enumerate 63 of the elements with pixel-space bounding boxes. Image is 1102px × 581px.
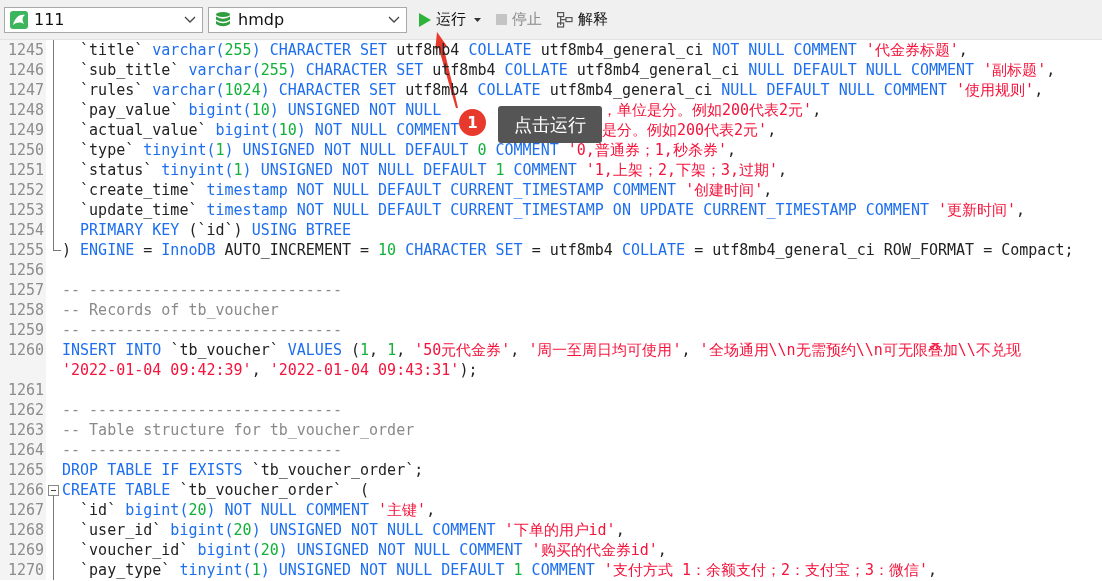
line-number: 1252	[0, 180, 46, 200]
line-number: 1245	[0, 40, 46, 60]
line-number: 1253	[0, 200, 46, 220]
code-line: `type` tinyint(1) UNSIGNED NOT NULL DEFAULT 0 COMMENT '0,普通券；1,秒杀券',	[79, 140, 736, 160]
play-icon	[418, 12, 431, 27]
line-number: 1267	[0, 500, 46, 520]
code-line: `voucher_id` bigint(20) UNSIGNED NOT NULL COMMENT '购买的代金券id',	[79, 540, 667, 560]
database-select[interactable]: hmdp	[208, 6, 407, 33]
line-number: 1257	[0, 280, 46, 300]
code-line: -- Table structure for tb_voucher_order	[62, 420, 415, 440]
code-line: `status` tinyint(1) UNSIGNED NOT NULL DEFAULT 1 COMMENT '1,上架；2,下架；3,过期',	[79, 160, 788, 180]
connection-icon	[10, 10, 28, 29]
line-number: 1260	[0, 340, 46, 360]
connection-select[interactable]: 111	[4, 6, 203, 33]
line-number: 1265	[0, 460, 46, 480]
line-number: 1256	[0, 260, 46, 280]
line-number: 1258	[0, 300, 46, 320]
tooltip: 点击运行	[498, 106, 602, 143]
step-badge: 1	[459, 109, 486, 136]
line-number: 1251	[0, 160, 46, 180]
line-number: 1264	[0, 440, 46, 460]
line-number: 1249	[0, 120, 46, 140]
line-number: 1248	[0, 100, 46, 120]
line-number: 1250	[0, 140, 46, 160]
line-number: 1268	[0, 520, 46, 540]
line-number: 1269	[0, 540, 46, 560]
line-number: 1261	[0, 380, 46, 400]
line-number: 1254	[0, 220, 46, 240]
code-line: `update_time` timestamp NOT NULL DEFAULT CURRENT_TIMESTAMP ON UPDATE CURRENT_TIMESTAMP COMMENT '更新时间',	[79, 200, 1026, 220]
run-button[interactable]: 运行	[414, 7, 485, 32]
line-number: 1270	[0, 560, 46, 580]
line-number: 1246	[0, 60, 46, 80]
code-line: -- ----------------------------	[62, 440, 342, 460]
line-number: 1255	[0, 240, 46, 260]
code-fragment: 是分。例如200代表2元',	[602, 120, 777, 140]
code-line: -- ----------------------------	[62, 280, 342, 300]
chevron-icon	[388, 16, 400, 23]
code-line: -- ----------------------------	[62, 320, 342, 340]
code-line: DROP TABLE IF EXISTS `tb_voucher_order`;	[62, 460, 424, 480]
code-line: `create_time` timestamp NOT NULL DEFAULT CURRENT_TIMESTAMP COMMENT '创建时间',	[79, 180, 773, 200]
code-line: ) ENGINE = InnoDB AUTO_INCREMENT = 10 CHARACTER SET = utf8mb4 COLLATE = utf8mb4_general_ci ROW_FORMAT = Compact;	[62, 240, 1074, 260]
code-line: CREATE TABLE `tb_voucher_order` (	[62, 480, 370, 500]
line-number: 1259	[0, 320, 46, 340]
code-line: PRIMARY KEY (`id`) USING BTREE	[79, 220, 351, 240]
stop-icon	[496, 14, 507, 25]
explain-button[interactable]: 解释	[553, 7, 612, 32]
code-line: '2022-01-04 09:42:39', '2022-01-04 09:43:31');	[62, 360, 478, 380]
code-line: `id` bigint(20) NOT NULL COMMENT '主键',	[79, 500, 436, 520]
code-fragment: ，单位是分。例如200代表2元',	[602, 100, 822, 120]
database-icon	[214, 10, 232, 29]
line-number: 1262	[0, 400, 46, 420]
diagram-icon	[557, 11, 573, 28]
chevron-icon	[184, 16, 196, 23]
line-number: 1266	[0, 480, 46, 500]
line-number: 1247	[0, 80, 46, 100]
code-line: -- Records of tb_voucher	[62, 300, 279, 320]
code-line: `pay_value` bigint(10) UNSIGNED NOT NULL	[80, 100, 443, 120]
code-line: `actual_value` bigint(10) NOT NULL COMMENT	[80, 120, 461, 140]
code-line: -- ----------------------------	[62, 400, 342, 420]
line-number: 1263	[0, 420, 46, 440]
code-line: INSERT INTO `tb_voucher` VALUES (1, 1, '50元代金券', '周一至周日均可使用', '全场通用\\n无需预约\\n可无限叠加\\不兑现	[62, 340, 1021, 360]
code-line: `pay_type` tinyint(1) UNSIGNED NOT NULL DEFAULT 1 COMMENT '支付方式 1：余额支付；2：支付宝；3：微信',	[79, 560, 938, 580]
code-line: `user_id` bigint(20) UNSIGNED NOT NULL COMMENT '下单的用户id',	[79, 520, 625, 540]
